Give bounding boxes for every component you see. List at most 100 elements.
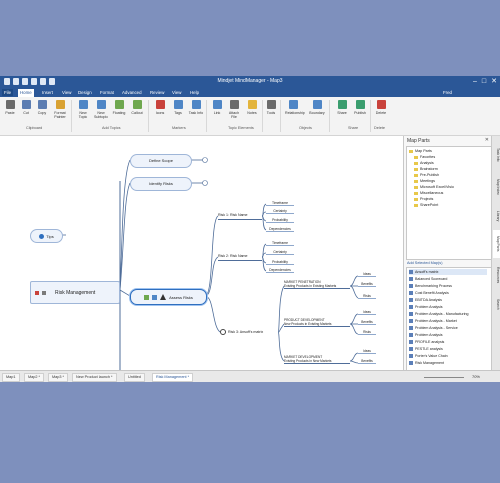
child-benefits[interactable]: Benefits (358, 320, 376, 325)
side-tab-map-parts[interactable]: Map Parts (493, 230, 500, 258)
topic-assess-risks[interactable]: Assess Risks (130, 289, 207, 305)
side-tab-map-index[interactable]: Map Index (493, 172, 500, 202)
list-item[interactable]: Porter's Value Chain (409, 353, 448, 359)
tab-file[interactable]: File (2, 89, 14, 96)
side-tab-task-info[interactable]: Task Info (493, 140, 500, 170)
doc-tab-untitled[interactable]: Untitled (124, 373, 145, 382)
child-benefits[interactable]: Benefits (358, 282, 376, 287)
tab-view[interactable]: View (60, 89, 73, 96)
boundary-button[interactable]: Boundary (309, 100, 325, 115)
child-certainty[interactable]: Certainty (266, 250, 294, 255)
tree-item[interactable]: Map Parts (409, 149, 432, 154)
tree-item[interactable]: Favorites (414, 155, 435, 160)
tree-item[interactable]: Microsoft Excel/Visio (414, 185, 454, 190)
copy-button[interactable]: Copy (34, 100, 50, 115)
tags-button[interactable]: Tags (170, 100, 186, 115)
list-item[interactable]: Benchmarking Process (409, 283, 452, 289)
list-item[interactable]: PROFILE analysis (409, 339, 444, 345)
tree-item[interactable]: SharePoint (414, 203, 438, 208)
task-info-button[interactable]: Task Info (188, 100, 204, 115)
list-item[interactable]: Balanced Scorecard (409, 276, 447, 282)
tools-button[interactable]: Tools (263, 100, 279, 115)
maximize-icon[interactable]: □ (482, 77, 486, 86)
list-item[interactable]: EBITDA Analysis (409, 297, 442, 303)
doc-tab-map3[interactable]: Map3 * (48, 373, 69, 382)
icons-button[interactable]: Icons (152, 100, 168, 115)
new-topic-button[interactable]: New Topic (75, 100, 91, 119)
topic-define-scope[interactable]: Define Scope (130, 154, 192, 168)
list-item[interactable]: Cost Benefit Analysis (409, 290, 449, 296)
list-item[interactable]: Problem Analysis - Manufacturing (409, 311, 469, 317)
list-item[interactable]: PESTLE analysis (409, 346, 443, 352)
child-risks[interactable]: Risks (358, 294, 376, 299)
side-tab-search[interactable]: Search (493, 292, 500, 316)
list-item[interactable]: Problem Analysis (409, 332, 443, 338)
tree-item[interactable]: Projects (414, 197, 433, 202)
minimize-icon[interactable]: – (473, 77, 477, 86)
paste-button[interactable]: Paste (2, 100, 18, 115)
new-subtopic-button[interactable]: New Subtopic (93, 100, 109, 119)
zoom-level[interactable]: 70% (472, 374, 480, 379)
cut-button[interactable]: Cut (18, 100, 34, 115)
floating-button[interactable]: Floating (111, 100, 127, 115)
user-name[interactable]: Fred (443, 90, 452, 95)
relationship-button[interactable]: Relationship (285, 100, 305, 115)
link-button[interactable]: Link (209, 100, 225, 115)
tab-view-2[interactable]: View (170, 89, 183, 96)
tab-help[interactable]: Help (188, 89, 201, 96)
subtopic-product-development[interactable]: PRODUCT DEVELOPMENT New Products in Exis… (284, 318, 350, 327)
doc-tab-map2[interactable]: Map2 * (24, 373, 45, 382)
recent-header[interactable]: Add Selected Map(s) (407, 261, 442, 265)
tab-design[interactable]: Design (76, 89, 94, 96)
close-icon[interactable]: ✕ (485, 137, 489, 143)
child-timeframe[interactable]: Timeframe (266, 241, 294, 246)
doc-tab-map1[interactable]: Map1 (2, 373, 20, 382)
zoom-slider[interactable] (424, 377, 464, 378)
subtopic-risk3[interactable]: Risk 3: Ansoff's matrix (220, 328, 278, 336)
subtopic-market-penetration[interactable]: MARKET PENETRATION Existing Products in … (284, 280, 350, 289)
tab-insert[interactable]: Insert (40, 89, 55, 96)
map-canvas[interactable]: Tips Risk Management Define Scope Identi… (0, 136, 403, 370)
doc-tab-new-product-launch[interactable]: New Product launch * (72, 373, 117, 382)
tab-review[interactable]: Review (148, 89, 166, 96)
tree-item[interactable]: Analysis (414, 161, 434, 166)
list-item[interactable]: Ansoff's matrix (409, 269, 487, 275)
subtopic-risk1[interactable]: Risk 1: Risk Name (218, 213, 262, 220)
tree-item[interactable]: Brainstorm (414, 167, 438, 172)
share-button[interactable]: Share (334, 100, 350, 115)
topic-risk-management[interactable]: Risk Management (30, 281, 120, 304)
child-probability[interactable]: Probability (266, 260, 294, 265)
child-certainty[interactable]: Certainty (266, 209, 294, 214)
notes-button[interactable]: Notes (244, 100, 260, 115)
list-item[interactable]: Problem Analysis - Service (409, 325, 458, 331)
list-item[interactable]: Problem Analysis - Market (409, 318, 457, 324)
tab-advanced[interactable]: Advanced (120, 89, 144, 96)
subtopic-risk2[interactable]: Risk 2: Risk Name (218, 254, 262, 261)
child-dependencies[interactable]: Dependencies (266, 268, 294, 273)
child-ideas[interactable]: Ideas (358, 349, 376, 354)
map-parts-tree[interactable]: Map Parts Favorites Analysis Brainstorm … (406, 146, 492, 260)
child-timeframe[interactable]: Timeframe (266, 201, 294, 206)
tree-item[interactable]: Pre-Publish (414, 173, 439, 178)
publish-button[interactable]: Publish (352, 100, 368, 115)
doc-tab-risk-management[interactable]: Risk Management * (152, 373, 194, 382)
child-probability[interactable]: Probability (266, 218, 294, 223)
subtopic-market-development[interactable]: MARKET DEVELOPMENT Existing Products in … (284, 355, 350, 364)
child-ideas[interactable]: Ideas (358, 272, 376, 277)
map-parts-list[interactable]: Ansoff's matrix Balanced Scorecard Bench… (406, 267, 492, 371)
side-tab-library[interactable]: Library (493, 204, 500, 228)
side-tab-resources[interactable]: Resources (493, 260, 500, 290)
topic-tips[interactable]: Tips (30, 229, 63, 243)
tree-item[interactable]: Meetings (414, 179, 435, 184)
child-risks[interactable]: Risks (358, 330, 376, 335)
child-dependencies[interactable]: Dependencies (266, 227, 294, 232)
tree-item[interactable]: Miscellaneous (414, 191, 443, 196)
close-icon[interactable]: ✕ (491, 77, 497, 86)
topic-identify-risks[interactable]: Identify Risks (130, 177, 192, 191)
child-ideas[interactable]: Ideas (358, 310, 376, 315)
format-painter-button[interactable]: Format Painter (52, 100, 68, 119)
tab-format[interactable]: Format (98, 89, 116, 96)
delete-button[interactable]: Delete (373, 100, 389, 115)
list-item[interactable]: Problem Analysis (409, 304, 443, 310)
list-item[interactable]: Risk Management (409, 360, 444, 366)
